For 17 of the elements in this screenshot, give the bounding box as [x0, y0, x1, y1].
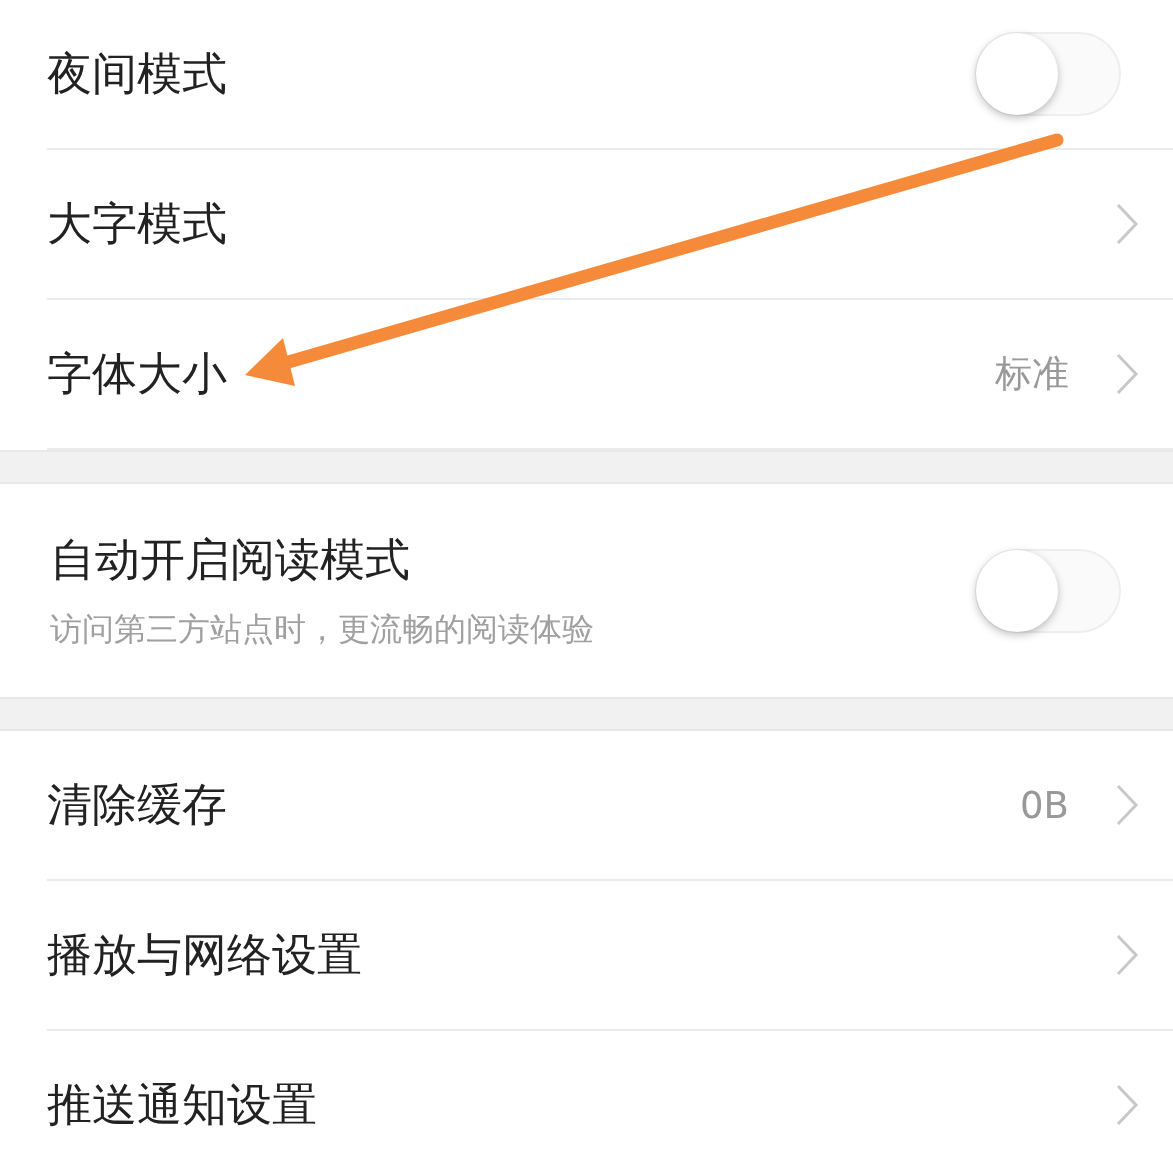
setting-label: 推送通知设置: [47, 1077, 318, 1133]
toggle-switch[interactable]: [975, 32, 1121, 116]
setting-label: 自动开启阅读模式: [50, 531, 411, 588]
toggle-switch[interactable]: [975, 548, 1121, 633]
setting-label: 夜间模式: [47, 46, 228, 102]
setting-value: 标准: [995, 351, 1069, 397]
setting-label: 播放与网络设置: [47, 927, 363, 983]
setting-description: 访问第三方站点时，更流畅的阅读体验: [50, 608, 595, 650]
chevron-right-icon: [1115, 1083, 1139, 1127]
chevron-right-icon: [1115, 202, 1139, 246]
setting-value: 0B: [1020, 783, 1069, 827]
setting-label: 大字模式: [47, 196, 228, 252]
chevron-right-icon: [1115, 783, 1139, 827]
setting-label: 清除缓存: [47, 777, 228, 833]
setting-label: 字体大小: [47, 346, 228, 402]
chevron-right-icon: [1115, 352, 1139, 396]
chevron-right-icon: [1115, 933, 1139, 977]
